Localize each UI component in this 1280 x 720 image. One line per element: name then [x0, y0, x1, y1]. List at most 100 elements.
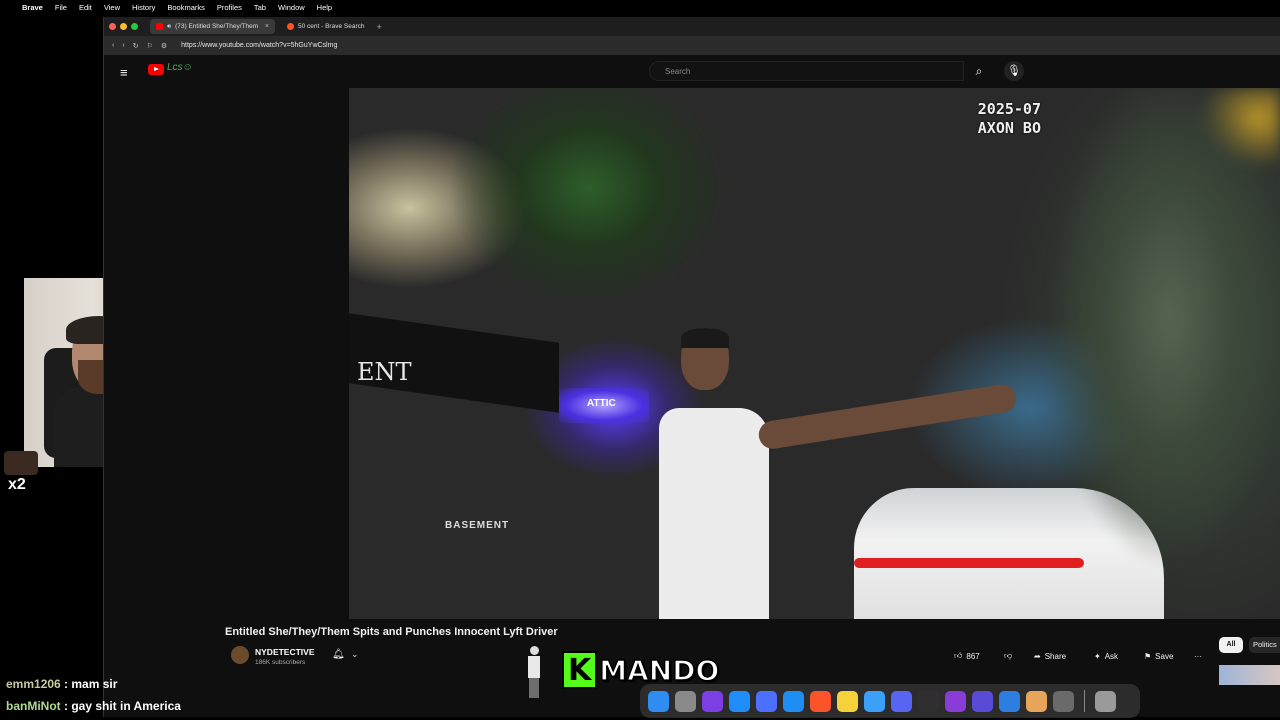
url-field[interactable]: https://www.youtube.com/watch?v=5hGuYwCs… [181, 42, 337, 49]
app-store-icon[interactable] [729, 690, 750, 712]
search-icon[interactable]: ⌕ [964, 61, 994, 81]
chip-all[interactable]: All [1219, 637, 1243, 653]
dock [640, 684, 1140, 718]
emote-count: x2 [8, 476, 26, 493]
person-hair [681, 328, 729, 348]
brave-search-favicon-icon [287, 23, 294, 30]
share-button[interactable]: ➦ Share [1034, 646, 1066, 666]
obs-icon[interactable] [918, 690, 939, 712]
search-input[interactable]: Search [649, 61, 964, 81]
zoom-window-icon[interactable] [131, 23, 138, 30]
bodycam-timestamp: 2025-07 AXON BO [978, 100, 1041, 138]
bell-icon[interactable]: 🔔︎ [332, 649, 345, 660]
video-sign-left: ENT [357, 358, 412, 386]
settings-icon[interactable] [1053, 690, 1074, 712]
youtube-header: ≡ Lcs☺ Search ⌕ 🎙︎ [104, 55, 1280, 87]
video-person [659, 328, 1018, 619]
forward-icon[interactable]: › [122, 42, 124, 49]
dancer-head [530, 646, 539, 655]
chevron-down-icon[interactable]: ⌄ [351, 649, 359, 660]
menu-edit[interactable]: Edit [79, 3, 92, 12]
menu-history[interactable]: History [132, 3, 155, 12]
video-player[interactable]: ENT ATTIC BASEMENT 2025-07 AXON BO [349, 88, 1280, 619]
menu-file[interactable]: File [55, 3, 67, 12]
menu-bookmarks[interactable]: Bookmarks [167, 3, 205, 12]
chat-username: emm1206 [6, 677, 61, 691]
grid-app-icon[interactable] [972, 690, 993, 712]
address-bar: ‹ › ↻ ⚐ ⚙ https://www.youtube.com/watch?… [104, 36, 1280, 55]
vpn-shield-icon[interactable] [702, 690, 723, 712]
tab-label: 50 cent - Brave Search [298, 23, 365, 30]
bookmark-save-icon: ⚑ [1144, 651, 1152, 661]
chat-emote-icon [4, 451, 38, 475]
dancing-figure-icon [524, 646, 544, 698]
dislike-button[interactable]: 👎︎ [1004, 646, 1012, 666]
menu-app-name[interactable]: Brave [22, 3, 43, 12]
iew-app-icon[interactable] [945, 690, 966, 712]
new-tab-button[interactable]: + [376, 22, 381, 32]
like-count: 867 [966, 651, 980, 661]
finder-icon[interactable] [648, 690, 669, 712]
tab-brave-search[interactable]: 50 cent - Brave Search [281, 19, 370, 34]
back-icon[interactable]: ‹ [112, 42, 114, 49]
bookmark-icon[interactable]: ⚐ [147, 42, 153, 50]
discord-icon[interactable] [891, 690, 912, 712]
video-blurred-region [1039, 88, 1280, 619]
brave-icon[interactable] [810, 690, 831, 712]
youtube-favicon-icon [156, 23, 163, 30]
save-label: Save [1155, 651, 1174, 661]
video-sign-basement: BASEMENT [445, 520, 510, 531]
menu-bar: Brave File Edit View History Bookmarks P… [0, 0, 1280, 14]
channel-name[interactable]: NYDETECTIVE [255, 647, 315, 657]
video-title: Entitled She/They/Them Spits and Punches… [225, 626, 558, 638]
menu-help[interactable]: Help [317, 3, 332, 12]
person-arm [756, 382, 1018, 451]
menu-profiles[interactable]: Profiles [217, 3, 242, 12]
video-sign-neon: ATTIC [587, 398, 616, 409]
ask-label: Ask [1104, 651, 1119, 661]
logo-text: MANDO [598, 653, 720, 688]
dock-separator [1084, 690, 1085, 712]
arc-browser-icon[interactable] [756, 690, 777, 712]
like-button[interactable]: 👍︎ 867 [954, 646, 980, 666]
more-actions-button[interactable]: ··· [1194, 646, 1202, 666]
notes-icon[interactable] [837, 690, 858, 712]
package-icon[interactable] [1026, 690, 1047, 712]
person-torso [659, 408, 769, 619]
ask-button[interactable]: ✦ Ask [1094, 646, 1118, 666]
chat-separator: : [60, 699, 72, 713]
dancer-legs [529, 678, 539, 698]
safari-icon[interactable] [783, 690, 804, 712]
share-icon: ➦ [1034, 651, 1041, 661]
reload-icon[interactable]: ↻ [133, 42, 139, 50]
minimize-window-icon[interactable] [120, 23, 127, 30]
youtube-doodle[interactable]: Lcs☺ [167, 62, 193, 73]
related-video-thumbnail[interactable] [1219, 665, 1280, 685]
channel-avatar[interactable] [231, 646, 249, 664]
share-label: Share [1044, 651, 1067, 661]
launchpad-icon[interactable] [675, 690, 696, 712]
chat-message: banMiNot : gay shit in America [6, 699, 181, 713]
tab-youtube[interactable]: 🔊︎ (73) Entitled She/They/Them × [150, 19, 275, 34]
channel-subscribers: 186K subscribers [255, 659, 306, 666]
menu-tab[interactable]: Tab [254, 3, 266, 12]
speaker-icon[interactable]: 🔊︎ [167, 23, 171, 31]
finder-alt-icon[interactable] [999, 690, 1020, 712]
chat-text: gay shit in America [71, 699, 181, 713]
trash-icon[interactable] [1095, 690, 1116, 712]
menu-icon[interactable]: ≡ [120, 65, 128, 80]
save-button[interactable]: ⚑ Save [1144, 646, 1173, 666]
mail-icon[interactable] [864, 690, 885, 712]
chat-text: mam sir [71, 677, 118, 691]
menu-view[interactable]: View [104, 3, 120, 12]
bodycam-stamp-line2: AXON BO [977, 118, 1041, 137]
chip-politics[interactable]: Politics [1249, 637, 1280, 653]
menu-window[interactable]: Window [278, 3, 305, 12]
close-tab-icon[interactable]: × [265, 23, 269, 30]
site-info-icon[interactable]: ⚙ [161, 42, 167, 50]
youtube-logo-icon[interactable] [148, 64, 164, 75]
sparkle-icon: ✦ [1094, 651, 1101, 661]
close-window-icon[interactable] [109, 23, 116, 30]
tab-bar: 🔊︎ (73) Entitled She/They/Them × 50 cent… [104, 17, 1280, 36]
microphone-icon[interactable]: 🎙︎ [1004, 61, 1024, 81]
